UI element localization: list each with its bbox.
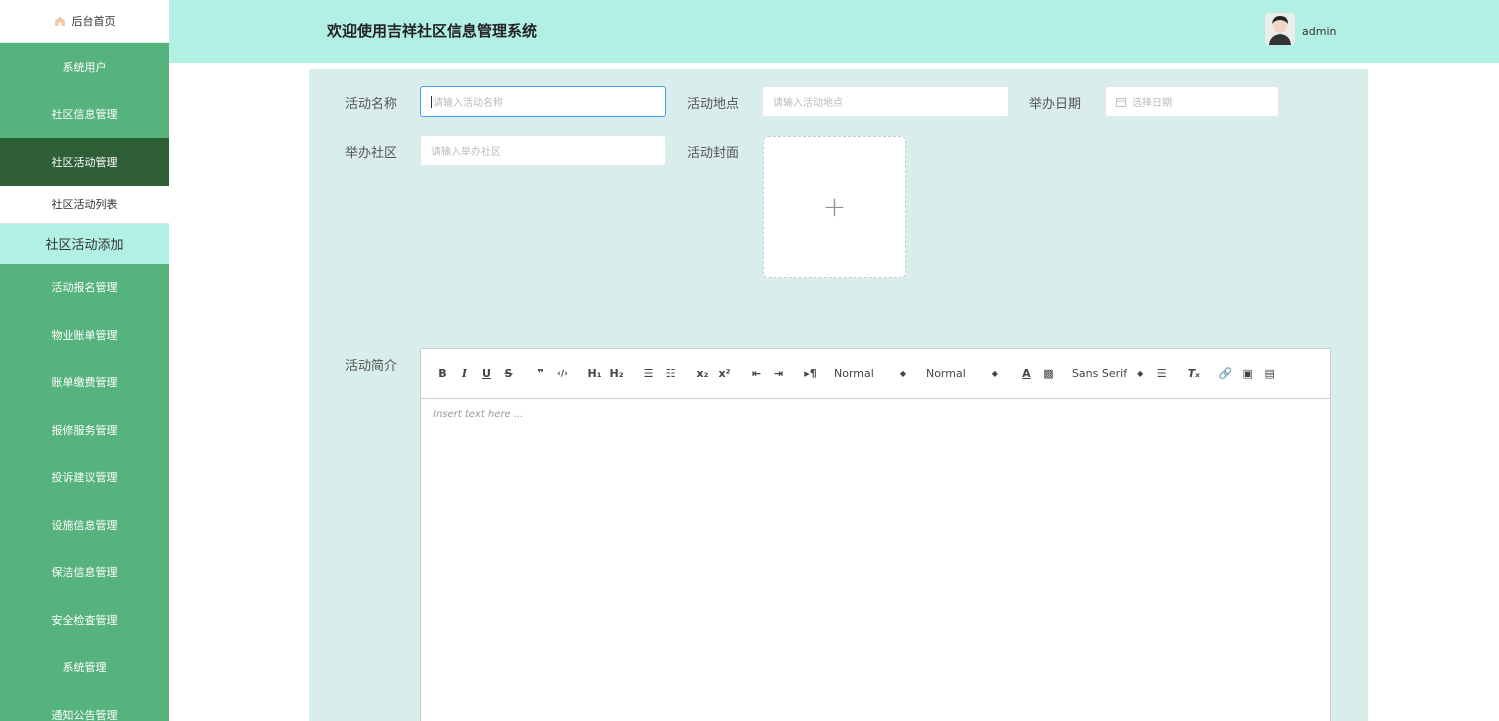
sidebar-item-label: 后台首页 xyxy=(71,15,116,28)
page-title: 欢迎使用吉祥社区信息管理系统 xyxy=(327,22,538,40)
sidebar-item-bill-payment[interactable]: 账单缴费管理 xyxy=(0,359,169,407)
activity-location-input[interactable]: 请输入活动地点 xyxy=(762,86,1009,117)
italic-icon[interactable]: I xyxy=(456,365,473,383)
header-select-value: Normal xyxy=(834,367,874,380)
size-select-value: Normal xyxy=(925,367,966,380)
sidebar-item-label: 设施信息管理 xyxy=(51,518,118,532)
editor-content[interactable]: Insert text here ... xyxy=(421,399,1330,430)
rich-text-editor: B I U S ❞ ‹/› H₁ H₂ ☰ ☷ x₂ x² ⇤ ⇥ ▸¶ Nor… xyxy=(420,348,1331,721)
bullet-list-icon[interactable]: ☷ xyxy=(662,365,679,383)
calendar-icon xyxy=(1116,97,1126,107)
event-date-placeholder: 选择日期 xyxy=(1132,98,1172,109)
image-icon[interactable]: ▣ xyxy=(1239,365,1256,383)
font-select-value: Sans Serif xyxy=(1071,367,1128,380)
sidebar-item-safety-check[interactable]: 安全检查管理 xyxy=(0,596,169,644)
sidebar-item-label: 账单缴费管理 xyxy=(51,376,118,390)
sidebar-item-label: 活动报名管理 xyxy=(51,281,118,295)
event-date-label: 举办日期 xyxy=(1029,97,1082,112)
sidebar-item-community-info[interactable]: 社区信息管理 xyxy=(0,91,169,139)
form-panel: 活动名称 请输入活动名称 活动地点 请输入活动地点 举办日期 选择日期 举办社区… xyxy=(309,69,1368,721)
host-community-input[interactable]: 请输入举办社区 xyxy=(420,135,666,166)
activity-location-placeholder: 请输入活动地点 xyxy=(773,98,843,109)
sidebar-item-label: 社区活动添加 xyxy=(45,238,124,253)
sidebar-item-facilities[interactable]: 设施信息管理 xyxy=(0,501,169,549)
sidebar-item-activity-signup[interactable]: 活动报名管理 xyxy=(0,264,169,312)
sidebar-item-label: 保洁信息管理 xyxy=(51,566,118,580)
top-header: 欢迎使用吉祥社区信息管理系统 admin xyxy=(169,0,1499,63)
username[interactable]: admin xyxy=(1302,25,1336,38)
sidebar-item-system-users[interactable]: 系统用户 xyxy=(0,43,169,91)
activity-cover-label: 活动封面 xyxy=(687,146,740,161)
strikethrough-icon[interactable]: S xyxy=(500,365,517,383)
text-cursor xyxy=(431,95,432,108)
code-icon[interactable]: ‹/› xyxy=(554,365,571,383)
user-avatar-icon xyxy=(1265,13,1295,45)
sidebar-item-label: 系统用户 xyxy=(62,60,107,74)
cover-upload-box[interactable]: + xyxy=(763,136,906,278)
underline-icon[interactable]: U xyxy=(478,365,495,383)
activity-location-label: 活动地点 xyxy=(687,97,740,112)
activity-name-label: 活动名称 xyxy=(345,97,398,112)
activity-name-input[interactable]: 请输入活动名称 xyxy=(420,86,666,117)
sidebar-item-notices[interactable]: 通知公告管理 xyxy=(0,691,169,721)
event-date-picker[interactable]: 选择日期 xyxy=(1105,86,1279,117)
sidebar-item-community-activity[interactable]: 社区活动管理 xyxy=(0,138,169,186)
outdent-icon[interactable]: ⇤ xyxy=(748,365,765,383)
select-arrow-icon: ◆ xyxy=(899,369,906,378)
avatar[interactable] xyxy=(1265,13,1295,45)
background-color-icon[interactable]: ▩ xyxy=(1040,365,1057,383)
sidebar-item-property-bills[interactable]: 物业账单管理 xyxy=(0,311,169,359)
sidebar-item-label: 社区信息管理 xyxy=(51,108,118,122)
home-icon xyxy=(54,16,65,26)
text-direction-icon[interactable]: ▸¶ xyxy=(802,365,819,383)
host-community-label: 举办社区 xyxy=(345,146,398,161)
sidebar-subitem-activity-list[interactable]: 社区活动列表 xyxy=(0,185,169,224)
size-select[interactable]: Normal ◆ xyxy=(926,367,998,380)
sidebar: 后台首页 系统用户 社区信息管理 社区活动管理 社区活动列表 社区活动添加 活动… xyxy=(0,0,169,721)
sidebar-item-label: 社区活动管理 xyxy=(51,155,118,169)
sidebar-item-label: 系统管理 xyxy=(62,661,107,675)
sidebar-item-repair-service[interactable]: 报修服务管理 xyxy=(0,406,169,454)
heading1-icon[interactable]: H₁ xyxy=(586,365,603,383)
sidebar-item-complaints[interactable]: 投诉建议管理 xyxy=(0,454,169,502)
sidebar-item-label: 安全检查管理 xyxy=(51,613,118,627)
sidebar-item-cleaning[interactable]: 保洁信息管理 xyxy=(0,549,169,597)
bold-icon[interactable]: B xyxy=(434,365,451,383)
sidebar-item-label: 报修服务管理 xyxy=(51,423,118,437)
superscript-icon[interactable]: x² xyxy=(716,365,733,383)
heading2-icon[interactable]: H₂ xyxy=(608,365,625,383)
select-arrow-icon: ◆ xyxy=(1137,369,1144,378)
ordered-list-icon[interactable]: ☰ xyxy=(640,365,657,383)
sidebar-item-label: 社区活动列表 xyxy=(51,198,118,211)
text-color-icon[interactable]: A xyxy=(1018,365,1035,383)
indent-icon[interactable]: ⇥ xyxy=(770,365,787,383)
plus-icon: + xyxy=(822,190,847,223)
subscript-icon[interactable]: x₂ xyxy=(694,365,711,383)
sidebar-item-label: 物业账单管理 xyxy=(51,328,118,342)
font-select[interactable]: Sans Serif ◆ xyxy=(1072,367,1143,380)
align-icon[interactable]: ☰ xyxy=(1153,365,1170,383)
activity-intro-label: 活动简介 xyxy=(345,359,398,374)
video-icon[interactable]: ▤ xyxy=(1261,365,1278,383)
blockquote-icon[interactable]: ❞ xyxy=(532,365,549,383)
host-community-placeholder: 请输入举办社区 xyxy=(431,147,501,158)
link-icon[interactable]: 🔗 xyxy=(1217,365,1234,383)
clear-format-icon[interactable]: Tₓ xyxy=(1185,365,1202,383)
sidebar-item-label: 投诉建议管理 xyxy=(51,471,118,485)
sidebar-subitem-activity-add[interactable]: 社区活动添加 xyxy=(0,223,169,264)
sidebar-item-home[interactable]: 后台首页 xyxy=(0,0,169,43)
header-select[interactable]: Normal ◆ xyxy=(834,367,906,380)
sidebar-item-system-admin[interactable]: 系统管理 xyxy=(0,644,169,692)
activity-name-placeholder: 请输入活动名称 xyxy=(433,98,503,109)
editor-toolbar: B I U S ❞ ‹/› H₁ H₂ ☰ ☷ x₂ x² ⇤ ⇥ ▸¶ Nor… xyxy=(421,349,1330,399)
editor-placeholder: Insert text here ... xyxy=(433,409,524,420)
sidebar-item-label: 通知公告管理 xyxy=(51,708,118,721)
select-arrow-icon: ◆ xyxy=(991,369,998,378)
